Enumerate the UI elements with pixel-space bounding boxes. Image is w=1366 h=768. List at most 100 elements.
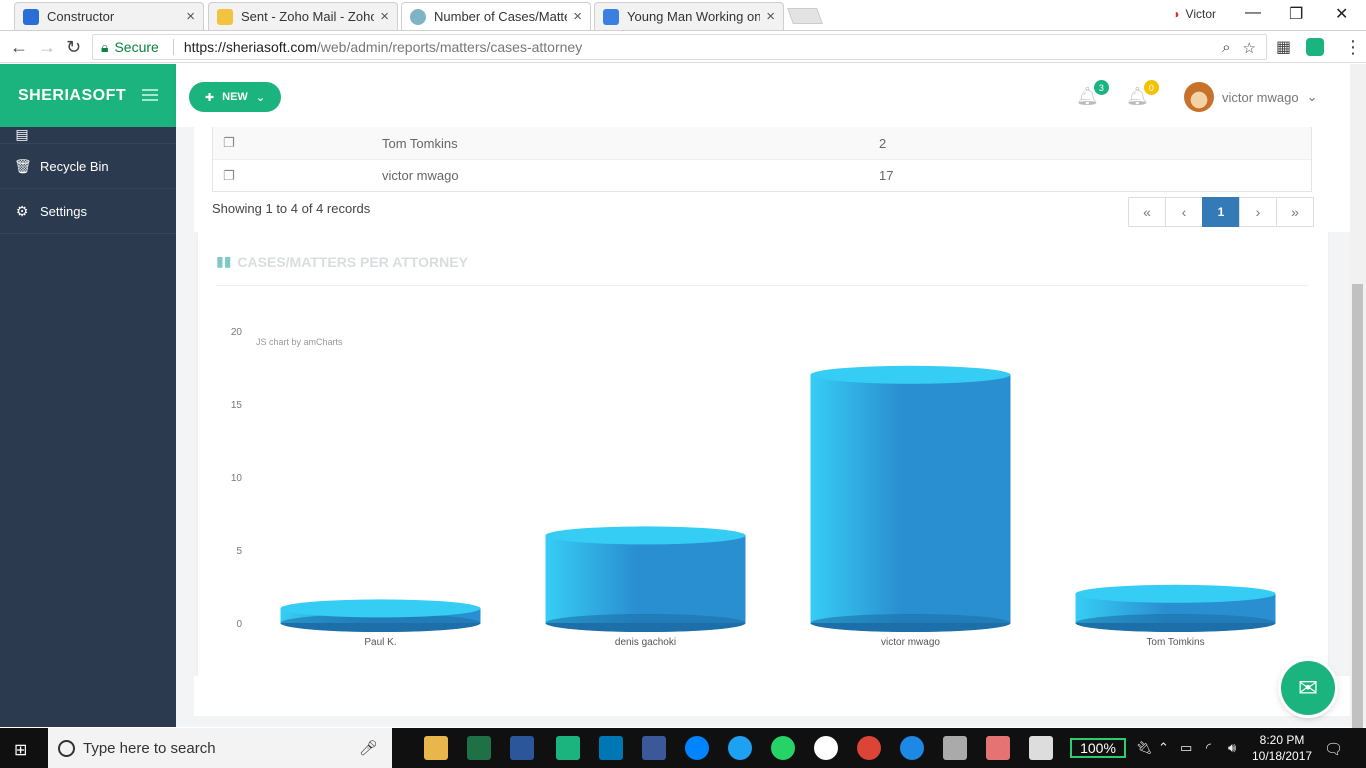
browser-tab-cases[interactable]: Number of Cases/Matter × [401,2,591,30]
pulse-icon [23,8,39,25]
new-tab-button[interactable] [787,8,823,24]
next-page-button[interactable]: › [1239,197,1277,227]
chrome-icon[interactable] [857,736,881,760]
windows-start-icon[interactable]: ⊞ [14,740,27,760]
taskbar-search-input[interactable]: Type here to search 🎤︎ [48,728,392,768]
page-1-button[interactable]: 1 [1202,197,1240,227]
power-plug-icon[interactable]: 🔌︎ [1136,740,1153,756]
reports-icon: ▤ [15,127,29,142]
bar-body [810,374,1011,623]
brand-logo[interactable]: SHERIASOFT [0,64,176,127]
messenger-icon[interactable] [685,736,709,760]
copy-icon[interactable]: ❐ [213,135,382,151]
chevron-up-icon[interactable]: ⌃ [1158,740,1169,756]
lock-icon: 🔒︎ [101,38,109,55]
records-summary: Showing 1 to 4 of 4 records [212,201,371,216]
footer-card [194,676,1350,716]
close-tab-icon[interactable]: × [186,8,195,25]
edge-icon[interactable] [900,736,924,760]
photos-icon[interactable] [1029,736,1053,760]
close-tab-icon[interactable]: × [573,8,582,25]
windows-taskbar: ⊞ Type here to search 🎤︎ 100% 🔌︎ ⌃ ▭ ◜ 🔊… [0,728,1366,768]
extension-film-icon[interactable]: ▦ [1276,37,1291,57]
back-icon[interactable]: ← [10,37,28,58]
close-tab-icon[interactable]: × [766,8,775,25]
forward-icon[interactable]: → [38,37,56,58]
browser-tab-constructor[interactable]: Constructor × [14,2,204,30]
scrollbar-thumb[interactable] [1352,284,1363,744]
x-category-label: victor mwago [881,637,940,648]
volume-icon[interactable]: 🔊︎ [1228,740,1236,756]
word-icon[interactable] [510,736,534,760]
pagination: « ‹ 1 › » [1128,197,1314,227]
url-input[interactable]: 🔒︎ Secure https://sheriasoft.com/web/adm… [92,34,1267,60]
slack-icon[interactable] [814,736,838,760]
attorney-table: ❐ Tom Tomkins 2 ❐ victor mwago 17 [212,127,1312,192]
user-menu[interactable]: victor mwago ⌄ [1184,82,1317,112]
cortana-icon [58,739,75,757]
sidebar-item-recycle-bin[interactable]: 🗑︎ Recycle Bin [0,144,176,189]
y-tick-label: 5 [236,546,242,557]
page-icon [603,8,619,25]
whatsapp-icon[interactable] [771,736,795,760]
window-user[interactable]: ◑ Victor [1172,7,1216,21]
menu-toggle-icon[interactable] [142,89,158,101]
app-header: ✚ NEW ⌄ 🔔︎ 3 🔔︎ 0 victor mwago ⌄ [176,64,1350,127]
notifications-bell[interactable]: 🔔︎ 3 [1076,80,1109,107]
address-bar: ← → ↻ 🔒︎ Secure https://sheriasoft.com/w… [0,31,1366,63]
wifi-icon[interactable]: ◜ [1206,740,1211,756]
battery-indicator[interactable]: 100% [1070,738,1126,758]
bar-bottom-rim [810,614,1011,632]
last-page-button[interactable]: » [1276,197,1314,227]
table-row: ❐ victor mwago 17 [213,159,1311,191]
excel-icon[interactable] [467,736,491,760]
browser-tab-young-man[interactable]: Young Man Working on × [594,2,784,30]
globe-icon [410,8,426,25]
close-window-button[interactable]: ✕ [1335,4,1348,24]
battery-icon[interactable]: ▭ [1180,740,1192,756]
bar-top [810,365,1011,384]
profile-icon: ◑ [1172,7,1180,21]
prev-page-button[interactable]: ‹ [1165,197,1203,227]
bar-top [545,526,746,545]
messages-fab[interactable]: ✉ [1281,661,1335,715]
alerts-bell[interactable]: 🔔︎ 0 [1126,80,1159,107]
sidebar-item-settings[interactable]: ⚙ Settings [0,189,176,234]
action-center-icon[interactable]: 🗨︎ [1324,740,1343,758]
copy-icon[interactable]: ❐ [213,168,382,184]
amcharts-watermark: JS chart by amCharts [256,337,343,347]
browser-tab-zoho[interactable]: Sent - Zoho Mail - Zoho × [208,2,398,30]
table-row: ❐ Tom Tomkins 2 [213,127,1311,159]
notifications-badge: 3 [1093,80,1109,95]
mail-icon [217,8,233,25]
restore-button[interactable]: ❐ [1289,4,1303,24]
browser-menu-icon[interactable]: ⋮ [1344,37,1362,58]
gear-icon: ⚙ [15,202,29,219]
zoom-icon[interactable]: ⌕ [1222,39,1230,57]
reload-icon[interactable]: ↻ [66,37,81,58]
store-icon[interactable] [943,736,967,760]
linkedin-icon[interactable] [599,736,623,760]
facebook-icon[interactable] [642,736,666,760]
extension-shield-icon[interactable] [1306,38,1324,56]
x-category-label: Tom Tomkins [1146,637,1204,648]
new-button[interactable]: ✚ NEW ⌄ [189,82,281,112]
avatar [1184,82,1214,112]
first-page-button[interactable]: « [1128,197,1166,227]
file-explorer-icon[interactable] [424,736,448,760]
bar-body [545,535,746,623]
app-icon-2[interactable] [986,736,1010,760]
twitter-icon[interactable] [728,736,752,760]
page-scrollbar[interactable] [1350,64,1366,744]
minimize-button[interactable]: — [1245,4,1261,22]
app-icon[interactable] [556,736,580,760]
plus-icon: ✚ [204,91,215,104]
secure-indicator[interactable]: 🔒︎ Secure [101,39,174,56]
y-tick-label: 20 [231,327,243,338]
taskbar-clock[interactable]: 8:20 PM 10/18/2017 [1252,732,1312,764]
bookmark-star-icon[interactable]: ☆ [1243,39,1256,57]
sidebar-item-partial[interactable]: ▤ [0,127,176,144]
microphone-icon[interactable]: 🎤︎ [359,739,378,757]
close-tab-icon[interactable]: × [380,8,389,25]
alerts-badge: 0 [1143,80,1159,95]
